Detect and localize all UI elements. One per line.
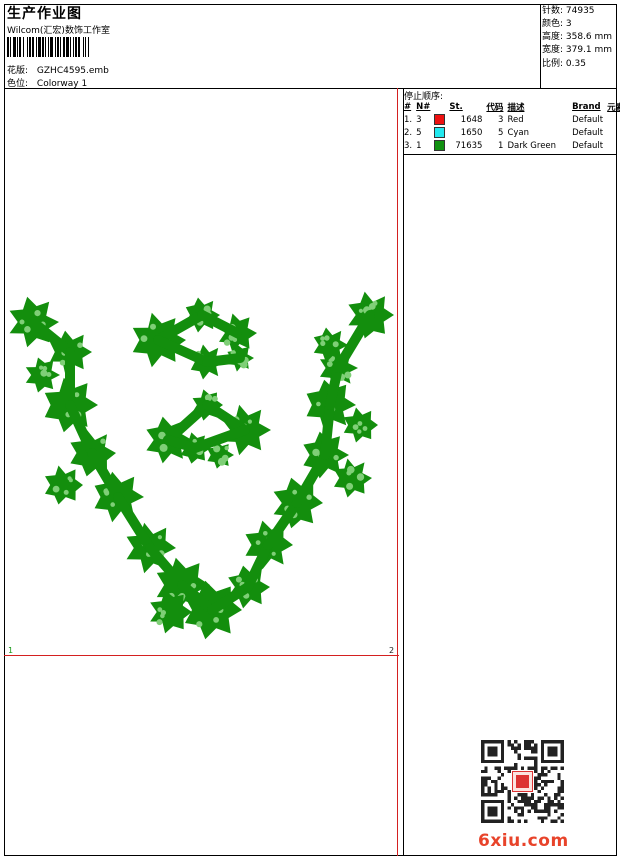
col-needle: N# — [416, 102, 431, 112]
embroidery-design — [9, 291, 394, 640]
color-row-cyan: 2. 5 1650 5 Cyan Default — [402, 126, 620, 139]
row-code: 3 — [498, 114, 504, 125]
row-stitches: 71635 — [455, 140, 483, 151]
stat-height: 高度: 358.6 mm — [542, 32, 613, 42]
panel-divider — [403, 88, 404, 856]
stats-divider — [540, 4, 541, 88]
row-stitches: 1648 — [460, 114, 483, 125]
row-desc: Dark Green — [507, 140, 557, 151]
row-desc: Red — [507, 114, 524, 125]
row-stitches: 1650 — [460, 127, 483, 138]
color-row-red: 1. 3 1648 3 Red Default — [402, 113, 620, 126]
col-swatch — [432, 101, 447, 113]
col-stitches: St. — [449, 102, 463, 112]
color-swatch — [434, 114, 446, 125]
row-needle: 3 — [416, 114, 422, 125]
stat-scale: 比例: 0.35 — [542, 59, 586, 69]
stat-colors: 颜色: 3 — [542, 19, 572, 29]
stat-width: 宽度: 379.1 mm — [542, 45, 613, 55]
color-table: # N# St. 代码 描述 Brand 元素 1. 3 1648 3 Red … — [402, 101, 620, 152]
col-code: 代码 — [486, 103, 504, 113]
watermark-logo: 6xiu.com — [478, 831, 569, 851]
row-index: 2. — [404, 127, 413, 138]
color-row-green: 3. 1 71635 1 Dark Green Default — [402, 139, 620, 152]
col-desc: 描述 — [507, 103, 525, 113]
row-index: 3. — [404, 140, 413, 151]
col-element: 元素 — [607, 103, 620, 113]
color-swatch — [434, 127, 446, 138]
row-code: 1 — [498, 140, 504, 151]
lace-motif — [9, 291, 394, 640]
table-bottom-line — [403, 154, 617, 155]
row-brand: Default — [572, 127, 604, 138]
row-index: 1. — [404, 114, 413, 125]
qr-code — [481, 740, 564, 823]
color-swatch — [434, 140, 446, 151]
row-needle: 1 — [416, 140, 422, 151]
color-table-header: # N# St. 代码 描述 Brand 元素 — [402, 101, 620, 113]
row-brand: Default — [572, 114, 604, 125]
col-index: # — [404, 102, 412, 112]
row-brand: Default — [572, 140, 604, 151]
col-brand: Brand — [572, 102, 601, 112]
row-desc: Cyan — [507, 127, 529, 138]
stat-stitches: 针数: 74935 — [542, 6, 595, 16]
row-code: 5 — [498, 127, 504, 138]
row-needle: 5 — [416, 127, 422, 138]
